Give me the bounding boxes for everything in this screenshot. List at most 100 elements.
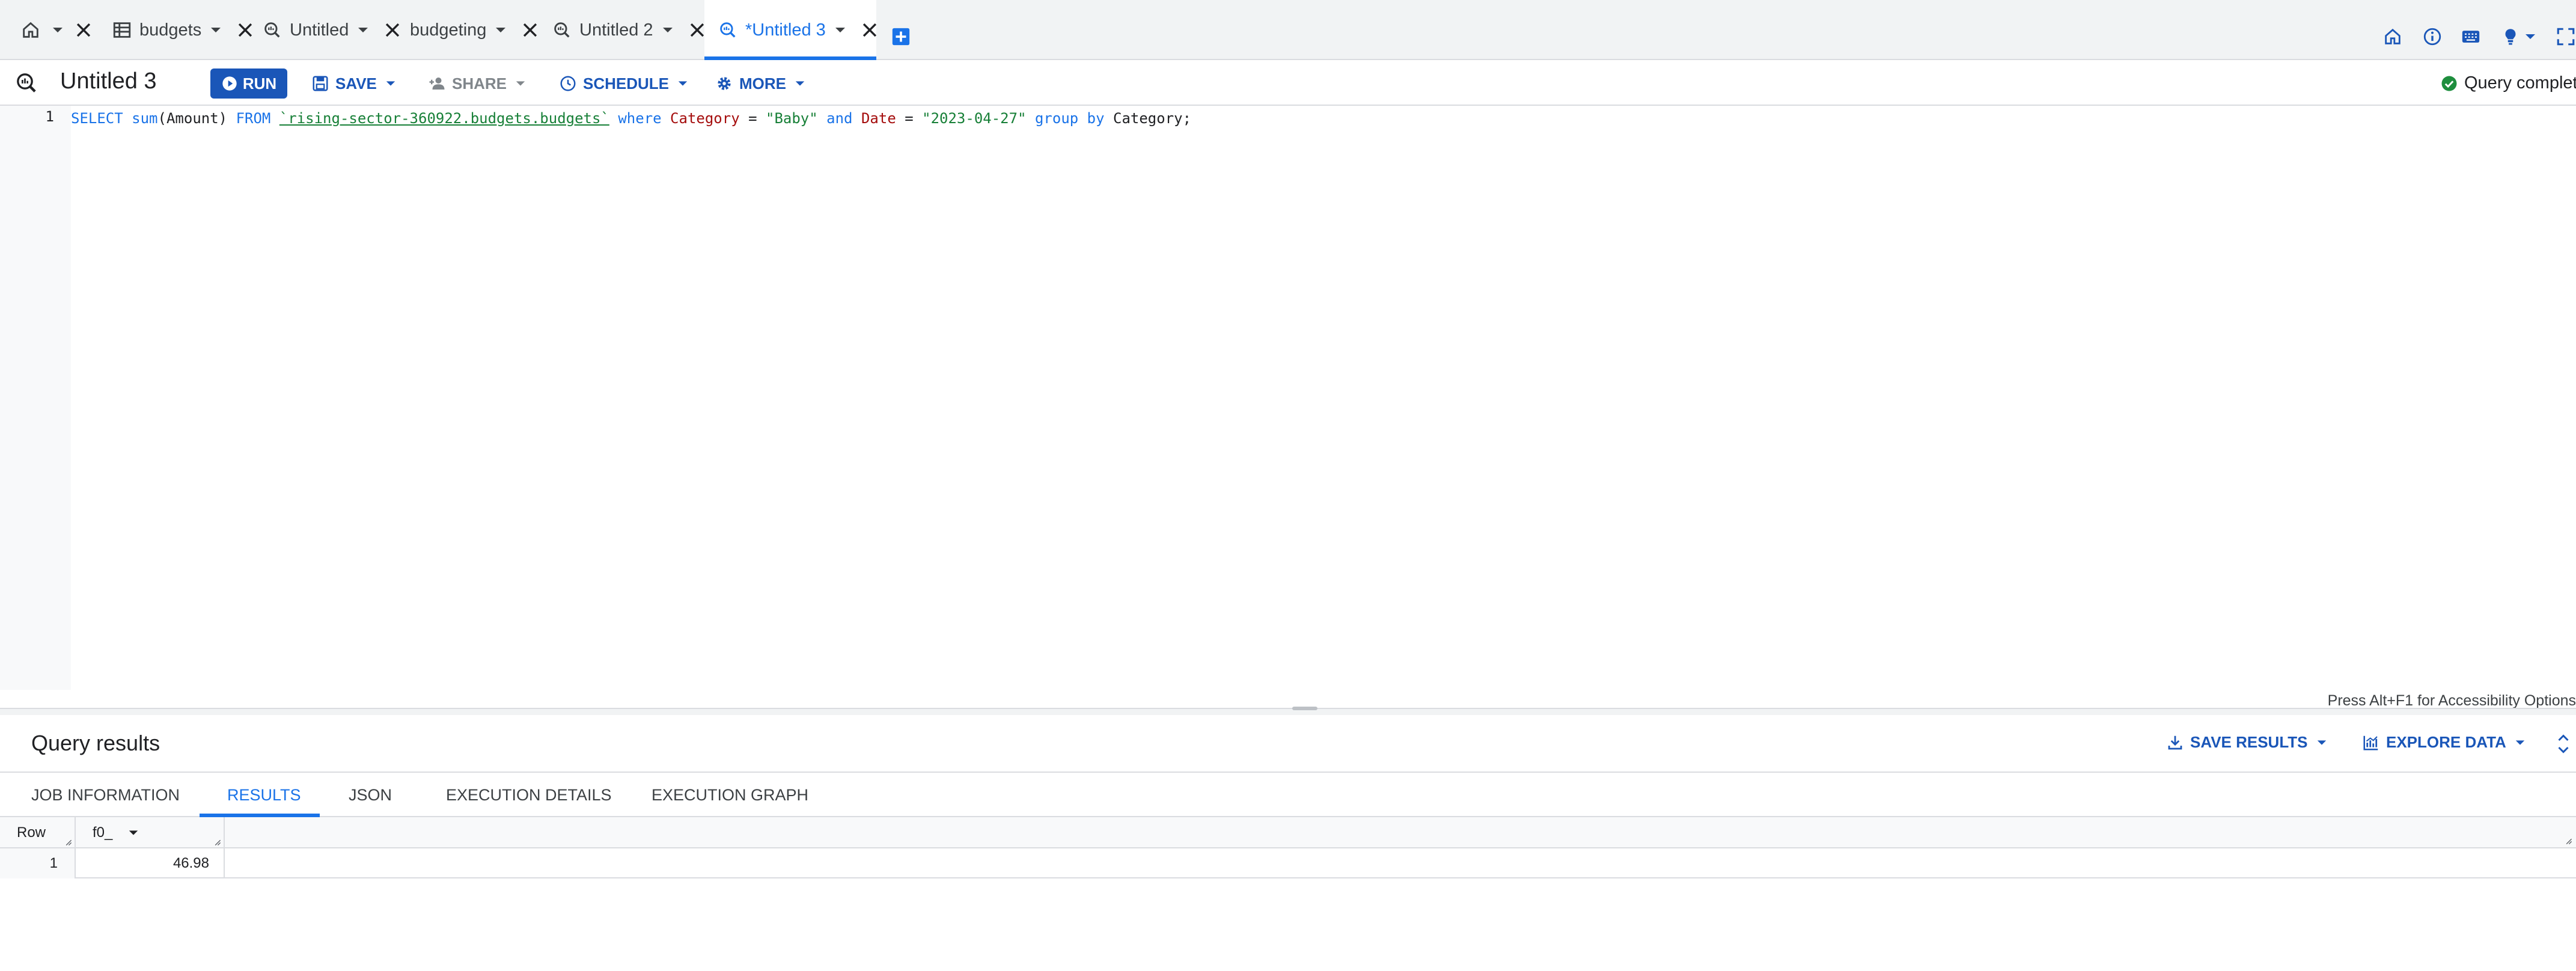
save-icon xyxy=(313,76,328,91)
home-icon[interactable] xyxy=(2382,26,2403,47)
row-number-cell: 1 xyxy=(0,848,76,878)
chevron-down-icon[interactable] xyxy=(2524,26,2536,47)
editor-title: Untitled 3 xyxy=(60,68,157,94)
share-button[interactable]: SHARE xyxy=(428,68,526,99)
tab-label: Untitled 2 xyxy=(579,20,653,40)
lightbulb-icon[interactable] xyxy=(2500,26,2521,47)
tab-label: budgeting xyxy=(410,20,487,40)
column-resize-icon[interactable] xyxy=(213,838,221,846)
chevron-down-icon xyxy=(795,81,805,86)
run-button-label: RUN xyxy=(242,74,277,93)
column-resize-icon[interactable] xyxy=(64,838,72,846)
chevron-down-icon xyxy=(2317,740,2326,745)
splitter-handle[interactable] xyxy=(1292,707,1317,710)
close-icon[interactable] xyxy=(73,20,94,40)
sql-function: sum xyxy=(132,110,158,127)
result-value-cell[interactable]: 46.98 xyxy=(76,848,225,878)
query-icon xyxy=(17,73,36,93)
code-line[interactable]: SELECT sum(Amount) FROM `rising-sector-3… xyxy=(71,108,1191,129)
panel-splitter[interactable] xyxy=(0,708,2576,715)
tab-results[interactable]: RESULTS xyxy=(227,786,301,805)
info-icon[interactable] xyxy=(2422,26,2443,47)
close-icon[interactable] xyxy=(687,20,707,40)
query-status: Query completed xyxy=(2440,73,2576,93)
tab-execution-details[interactable]: EXECUTION DETAILS xyxy=(446,786,612,805)
tab-untitled-3[interactable]: *Untitled 3 xyxy=(718,0,880,60)
results-tabs: JOB INFORMATION RESULTS JSON EXECUTION D… xyxy=(0,773,2576,817)
play-icon xyxy=(222,76,237,91)
chevron-down-icon xyxy=(2515,740,2525,745)
column-header-label: f0_ xyxy=(93,824,113,841)
chevron-down-icon xyxy=(386,81,395,86)
add-person-icon xyxy=(429,78,445,90)
keyboard-icon[interactable] xyxy=(2461,26,2481,47)
run-button[interactable]: RUN xyxy=(210,68,287,99)
tab-json[interactable]: JSON xyxy=(349,786,392,805)
tab-bar: budgets Untitled budgeting Untitled 2 *U… xyxy=(0,0,2576,60)
sql-keyword: group by xyxy=(1034,110,1105,127)
close-icon[interactable] xyxy=(382,20,403,40)
tab-job-information[interactable]: JOB INFORMATION xyxy=(31,786,180,805)
tab-label: budgets xyxy=(139,20,202,40)
tab-label: Untitled xyxy=(290,20,349,40)
explore-data-button[interactable]: EXPLORE DATA xyxy=(2362,733,2526,752)
fullscreen-icon[interactable] xyxy=(2556,26,2576,47)
results-title: Query results xyxy=(31,731,160,755)
more-button[interactable]: MORE xyxy=(715,68,805,99)
results-header: Query results SAVE RESULTS EXPLORE DATA xyxy=(0,715,2576,773)
expand-collapse-icon[interactable] xyxy=(2554,733,2572,755)
home-icon xyxy=(23,22,38,38)
schedule-button[interactable]: SCHEDULE xyxy=(559,68,688,99)
column-reference: Category xyxy=(670,110,740,127)
more-button-label: MORE xyxy=(739,74,786,93)
editor-toolbar: Untitled 3 RUN SAVE SHARE SCHEDULE MORE … xyxy=(0,60,2576,106)
close-icon[interactable] xyxy=(520,20,540,40)
column-reference: Date xyxy=(861,110,896,127)
share-button-label: SHARE xyxy=(452,74,507,93)
check-circle-icon xyxy=(2441,76,2457,91)
column-resize-icon[interactable] xyxy=(2564,836,2572,845)
query-status-text: Query completed xyxy=(2464,73,2576,93)
code-text: (Amount) xyxy=(157,110,236,127)
chevron-down-icon[interactable] xyxy=(834,24,846,36)
query-icon xyxy=(720,22,736,38)
column-header-f0[interactable]: f0_ xyxy=(76,817,225,848)
clock-icon xyxy=(560,76,576,91)
sql-keyword: where xyxy=(618,110,662,127)
chevron-down-icon xyxy=(516,81,525,86)
table-reference[interactable]: `rising-sector-360922.budgets.budgets` xyxy=(279,110,609,127)
column-header-label: Row xyxy=(17,824,46,841)
tab-untitled[interactable]: Untitled xyxy=(262,0,403,60)
line-number-gutter: 1 xyxy=(0,106,71,690)
tab-label: *Untitled 3 xyxy=(745,20,826,40)
string-literal: "Baby" xyxy=(766,110,818,127)
schedule-button-label: SCHEDULE xyxy=(583,74,670,93)
close-icon[interactable] xyxy=(859,20,880,40)
tab-budgeting[interactable]: budgeting xyxy=(410,0,540,60)
tab-home[interactable] xyxy=(20,0,94,60)
table-icon xyxy=(113,22,131,38)
code-text: = xyxy=(896,110,923,127)
chevron-down-icon[interactable] xyxy=(210,24,222,36)
add-tab-icon[interactable] xyxy=(891,26,911,47)
chevron-down-icon[interactable] xyxy=(52,24,64,36)
gear-icon xyxy=(718,77,731,90)
tab-budgets[interactable]: budgets xyxy=(112,0,255,60)
chevron-down-icon[interactable] xyxy=(357,24,369,36)
save-button[interactable]: SAVE xyxy=(311,68,396,99)
save-results-button[interactable]: SAVE RESULTS xyxy=(2166,733,2327,752)
chevron-down-icon[interactable] xyxy=(495,24,507,36)
chevron-down-icon[interactable] xyxy=(128,827,139,838)
download-icon xyxy=(2168,735,2182,749)
tab-execution-graph[interactable]: EXECUTION GRAPH xyxy=(652,786,808,805)
sql-editor[interactable]: 1 SELECT sum(Amount) FROM `rising-sector… xyxy=(0,106,2576,690)
results-table-header: Row f0_ xyxy=(0,817,2576,848)
code-text: = xyxy=(739,110,766,127)
chevron-down-icon[interactable] xyxy=(662,24,674,36)
close-icon[interactable] xyxy=(235,20,255,40)
tab-untitled-2[interactable]: Untitled 2 xyxy=(552,0,707,60)
save-button-label: SAVE xyxy=(335,74,377,93)
query-icon xyxy=(554,22,570,38)
